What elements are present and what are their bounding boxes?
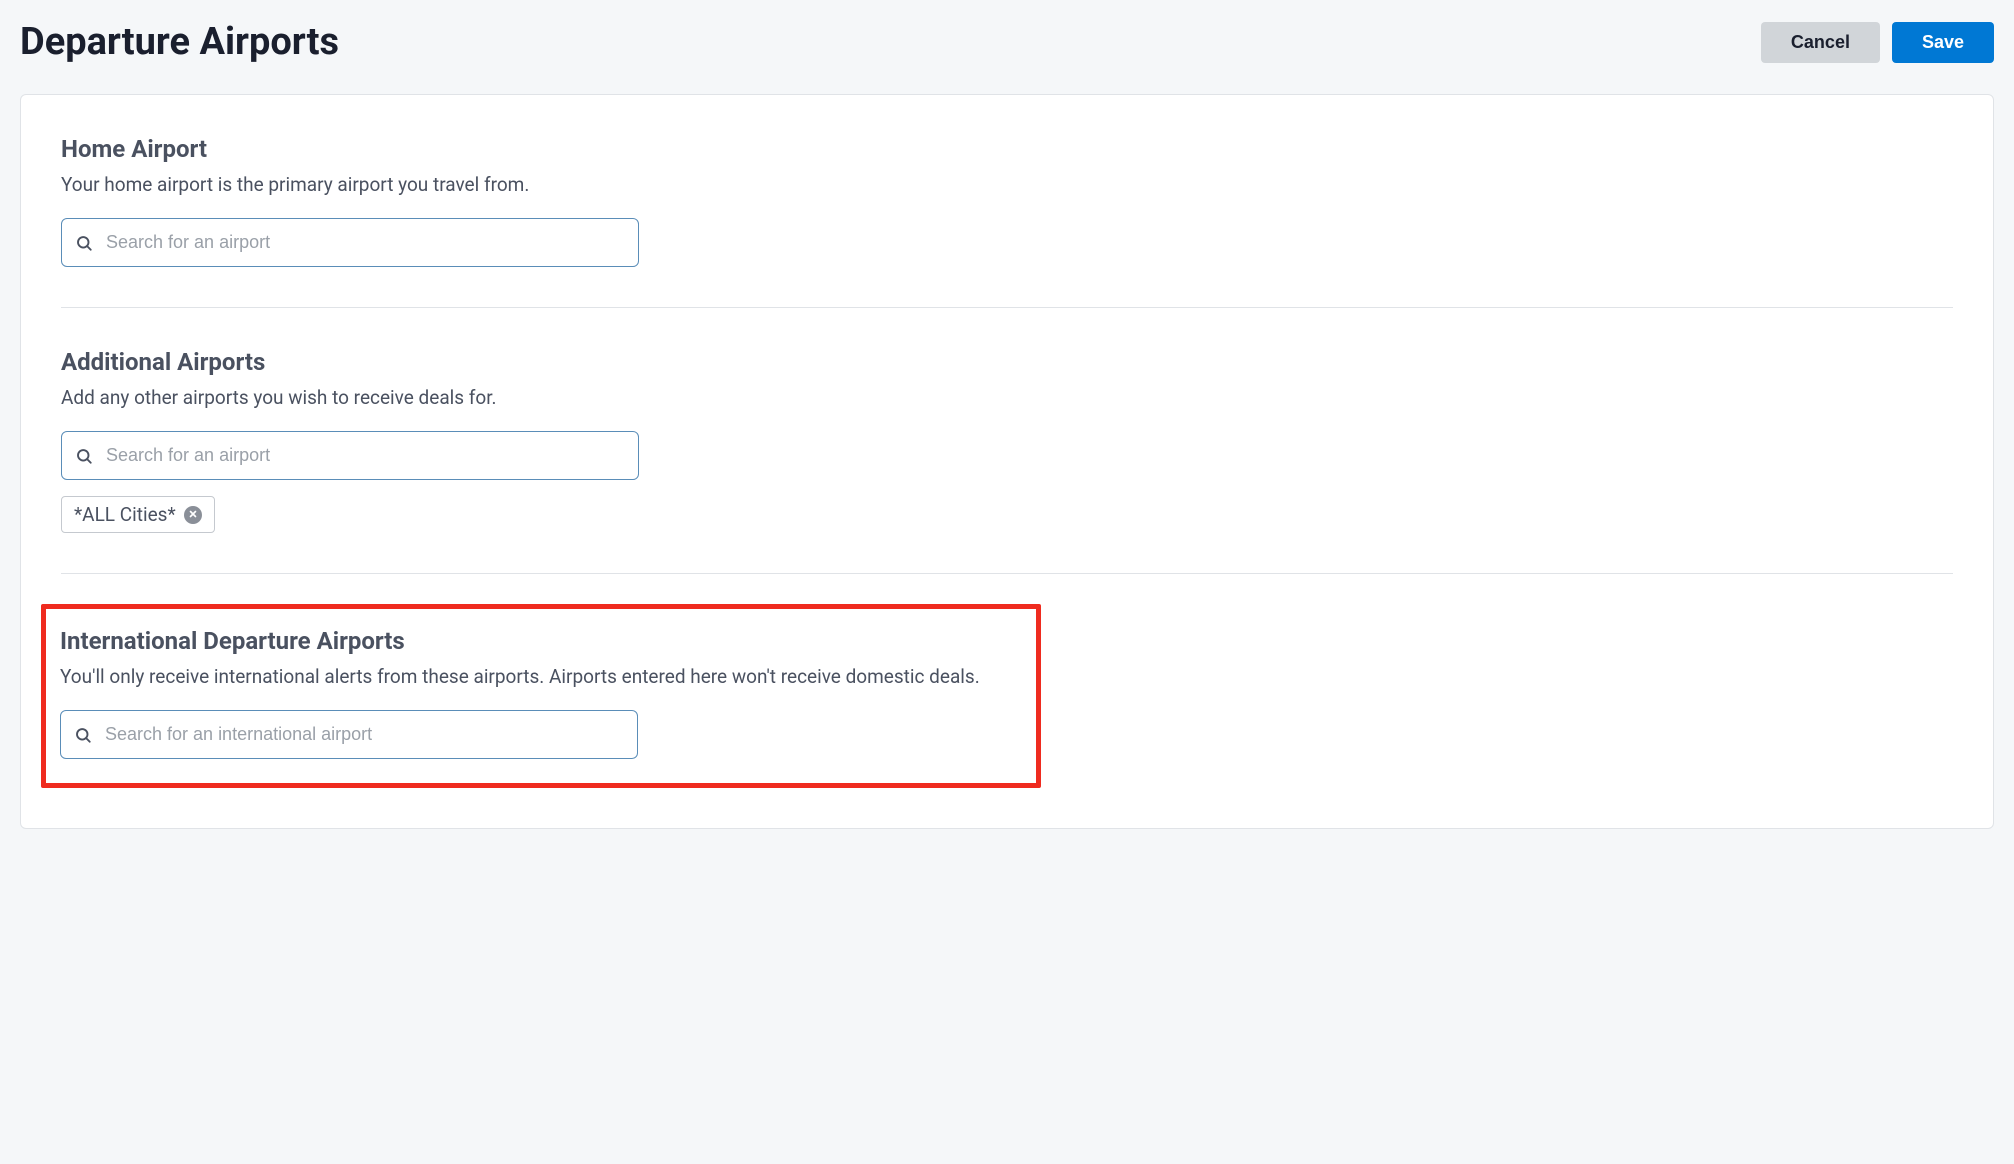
international-airports-description: You'll only receive international alerts… [60, 665, 1022, 688]
divider [61, 307, 1953, 308]
page-header: Departure Airports Cancel Save [20, 20, 1994, 64]
international-airports-section: International Departure Airports You'll … [60, 627, 1022, 759]
additional-airports-search-wrapper [61, 431, 639, 480]
additional-airports-description: Add any other airports you wish to recei… [61, 386, 1953, 409]
home-airport-description: Your home airport is the primary airport… [61, 173, 1953, 196]
airport-chip: *ALL Cities* [61, 496, 215, 533]
international-airports-search-input[interactable] [60, 710, 638, 759]
airport-chip-label: *ALL Cities* [74, 503, 176, 526]
home-airport-search-wrapper [61, 218, 639, 267]
international-airports-search-wrapper [60, 710, 638, 759]
cancel-button[interactable]: Cancel [1761, 22, 1880, 63]
international-airports-title: International Departure Airports [60, 627, 1022, 655]
home-airport-search-input[interactable] [61, 218, 639, 267]
additional-airports-search-input[interactable] [61, 431, 639, 480]
home-airport-title: Home Airport [61, 135, 1953, 163]
additional-airports-title: Additional Airports [61, 348, 1953, 376]
save-button[interactable]: Save [1892, 22, 1994, 63]
page-title: Departure Airports [20, 20, 339, 64]
header-actions: Cancel Save [1761, 22, 1994, 63]
settings-card: Home Airport Your home airport is the pr… [20, 94, 1994, 829]
additional-airports-section: Additional Airports Add any other airpor… [61, 338, 1953, 563]
home-airport-section: Home Airport Your home airport is the pr… [61, 125, 1953, 297]
remove-chip-button[interactable] [184, 506, 202, 524]
divider [61, 573, 1953, 574]
additional-airports-chip-row: *ALL Cities* [61, 496, 1953, 533]
close-icon [188, 509, 198, 521]
international-airports-highlight: International Departure Airports You'll … [41, 604, 1041, 788]
